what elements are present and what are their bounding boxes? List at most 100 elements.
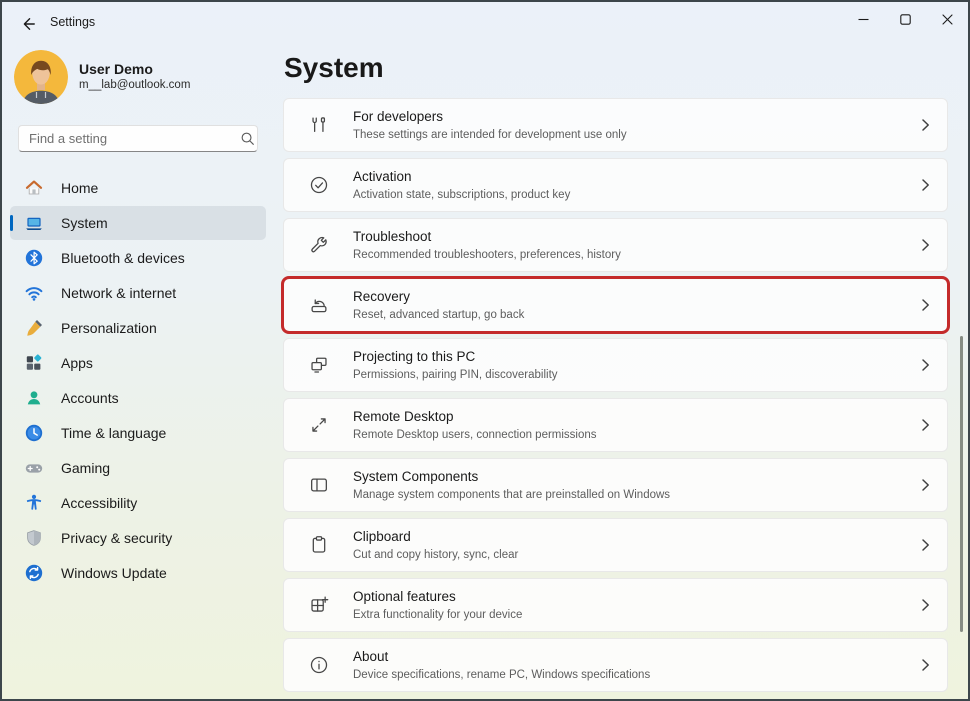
chevron-right-icon (903, 415, 947, 435)
card-subtitle: Activation state, subscriptions, product… (353, 188, 903, 202)
sidebar-item-privacy-security[interactable]: Privacy & security (10, 521, 266, 555)
windows-update-icon (24, 563, 44, 583)
chevron-right-icon (903, 655, 947, 675)
sidebar-item-time-language[interactable]: Time & language (10, 416, 266, 450)
sidebar-item-label: Accounts (61, 390, 119, 406)
sidebar-item-gaming[interactable]: Gaming (10, 451, 266, 485)
settings-card-clipboard[interactable]: Clipboard Cut and copy history, sync, cl… (283, 518, 948, 572)
remote-desktop-icon (284, 414, 353, 436)
sidebar-item-accounts[interactable]: Accounts (10, 381, 266, 415)
sidebar-item-label: System (61, 215, 108, 231)
sidebar-item-label: Personalization (61, 320, 157, 336)
back-button[interactable] (12, 10, 44, 38)
sidebar-item-home[interactable]: Home (10, 171, 266, 205)
sidebar-item-label: Home (61, 180, 98, 196)
titlebar: Settings (2, 2, 968, 46)
sidebar: User Demo m__lab@outlook.com Home System B… (2, 44, 274, 699)
system-icon (24, 213, 44, 233)
user-profile[interactable]: User Demo m__lab@outlook.com (2, 44, 274, 104)
card-subtitle: These settings are intended for developm… (353, 128, 903, 142)
personalization-icon (24, 318, 44, 338)
settings-card-list: For developers These settings are intend… (283, 98, 948, 692)
page-title: System (284, 52, 948, 84)
minimize-button[interactable] (842, 2, 884, 36)
maximize-icon (895, 9, 915, 29)
user-info: User Demo m__lab@outlook.com (79, 61, 190, 93)
settings-card-troubleshoot[interactable]: Troubleshoot Recommended troubleshooters… (283, 218, 948, 272)
chevron-right-icon (903, 235, 947, 255)
settings-card-projecting-to-this-pc[interactable]: Projecting to this PC Permissions, pairi… (283, 338, 948, 392)
card-title: Activation (353, 169, 903, 185)
user-name: User Demo (79, 61, 190, 78)
chevron-right-icon (903, 535, 947, 555)
sidebar-nav: Home System Bluetooth & devices Network & i… (2, 171, 274, 590)
settings-card-recovery[interactable]: Recovery Reset, advanced startup, go bac… (283, 278, 948, 332)
close-button[interactable] (926, 2, 968, 36)
troubleshoot-icon (284, 234, 353, 256)
recovery-icon (284, 294, 353, 316)
about-icon (284, 654, 353, 676)
card-subtitle: Remote Desktop users, connection permiss… (353, 428, 903, 442)
card-subtitle: Manage system components that are preins… (353, 488, 903, 502)
time-language-icon (24, 423, 44, 443)
sidebar-item-label: Bluetooth & devices (61, 250, 185, 266)
maximize-button[interactable] (884, 2, 926, 36)
card-subtitle: Extra functionality for your device (353, 608, 903, 622)
sidebar-item-personalization[interactable]: Personalization (10, 311, 266, 345)
sidebar-item-bluetooth-devices[interactable]: Bluetooth & devices (10, 241, 266, 275)
network-icon (24, 283, 44, 303)
sidebar-item-label: Apps (61, 355, 93, 371)
bluetooth-icon (24, 248, 44, 268)
chevron-right-icon (903, 175, 947, 195)
card-title: Remote Desktop (353, 409, 903, 425)
settings-card-optional-features[interactable]: Optional features Extra functionality fo… (283, 578, 948, 632)
chevron-right-icon (903, 295, 947, 315)
sidebar-item-label: Windows Update (61, 565, 167, 581)
developers-icon (284, 114, 353, 136)
system-components-icon (284, 474, 353, 496)
main-content: System For developers These settings are… (283, 44, 948, 699)
window-title: Settings (50, 15, 95, 29)
sidebar-item-apps[interactable]: Apps (10, 346, 266, 380)
gaming-icon (24, 458, 44, 478)
card-subtitle: Reset, advanced startup, go back (353, 308, 903, 322)
chevron-right-icon (903, 475, 947, 495)
sidebar-item-network-internet[interactable]: Network & internet (10, 276, 266, 310)
chevron-right-icon (903, 595, 947, 615)
sidebar-item-label: Gaming (61, 460, 110, 476)
settings-window: Settings User Demo (0, 0, 970, 701)
card-title: Troubleshoot (353, 229, 903, 245)
card-title: System Components (353, 469, 903, 485)
search-box (18, 125, 258, 152)
card-title: Clipboard (353, 529, 903, 545)
sidebar-item-system[interactable]: System (10, 206, 266, 240)
accessibility-icon (24, 493, 44, 513)
clipboard-icon (284, 534, 353, 556)
activation-icon (284, 174, 353, 196)
user-avatar (14, 50, 68, 104)
sidebar-item-label: Accessibility (61, 495, 137, 511)
optional-features-icon (284, 594, 353, 616)
card-subtitle: Cut and copy history, sync, clear (353, 548, 903, 562)
sidebar-item-accessibility[interactable]: Accessibility (10, 486, 266, 520)
minimize-icon (853, 9, 873, 29)
card-subtitle: Permissions, pairing PIN, discoverabilit… (353, 368, 903, 382)
settings-card-activation[interactable]: Activation Activation state, subscriptio… (283, 158, 948, 212)
settings-card-remote-desktop[interactable]: Remote Desktop Remote Desktop users, con… (283, 398, 948, 452)
chevron-right-icon (903, 115, 947, 135)
sidebar-item-label: Time & language (61, 425, 166, 441)
settings-card-for-developers[interactable]: For developers These settings are intend… (283, 98, 948, 152)
home-icon (24, 178, 44, 198)
card-title: For developers (353, 109, 903, 125)
apps-icon (24, 353, 44, 373)
settings-card-about[interactable]: About Device specifications, rename PC, … (283, 638, 948, 692)
scrollbar-thumb[interactable] (960, 336, 963, 632)
window-controls (842, 2, 968, 36)
settings-card-system-components[interactable]: System Components Manage system componen… (283, 458, 948, 512)
card-title: Optional features (353, 589, 903, 605)
projecting-icon (284, 354, 353, 376)
sidebar-item-windows-update[interactable]: Windows Update (10, 556, 266, 590)
search-input[interactable] (19, 131, 237, 146)
arrow-left-icon (18, 14, 38, 34)
chevron-right-icon (903, 355, 947, 375)
